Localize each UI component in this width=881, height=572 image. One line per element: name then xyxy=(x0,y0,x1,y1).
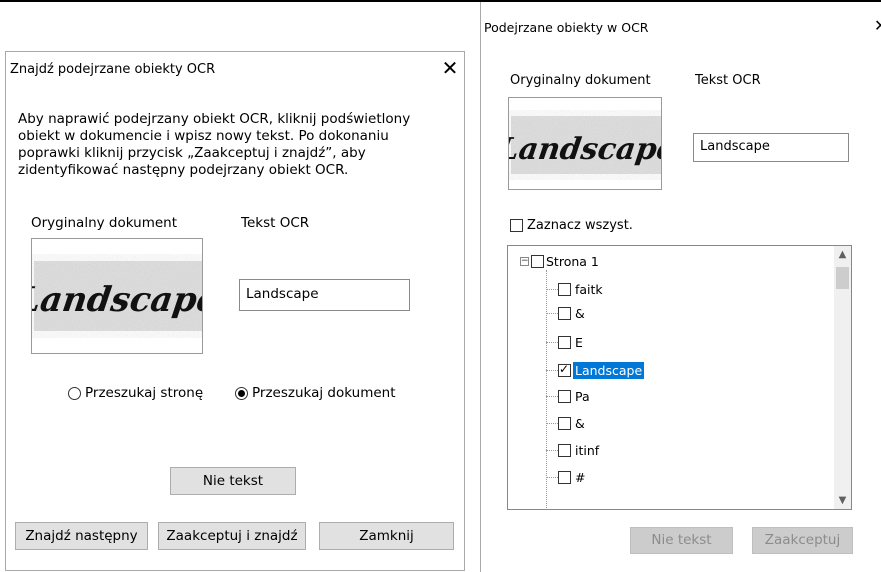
original-image-preview: Landscape xyxy=(508,97,662,190)
tree-item[interactable]: # xyxy=(546,466,587,488)
scanned-word-image: Landscape xyxy=(32,261,203,331)
tree-item-label: Pa xyxy=(575,388,590,404)
collapse-icon[interactable]: − xyxy=(520,257,529,266)
tree-item[interactable]: faitk xyxy=(546,278,605,300)
scroll-thumb[interactable] xyxy=(836,267,849,289)
panel-title: Podejrzane obiekty w OCR xyxy=(484,20,649,35)
search-page-radio[interactable]: Przeszukaj stronę xyxy=(68,385,203,401)
tree-item[interactable]: Pa xyxy=(546,385,592,407)
close-icon[interactable]: ✕ xyxy=(438,56,462,80)
accept-button[interactable]: Zaakceptuj xyxy=(752,527,853,554)
ocr-text-label: Tekst OCR xyxy=(695,73,761,88)
tree-item-label: & xyxy=(575,305,585,321)
checkbox[interactable] xyxy=(558,470,571,484)
find-suspect-ocr-dialog: Znajdź podejrzane obiekty OCR ✕ Aby napr… xyxy=(5,51,465,571)
ocr-text-label: Tekst OCR xyxy=(241,215,310,231)
checkbox[interactable] xyxy=(558,389,571,403)
suspect-objects-tree[interactable]: − Strona 1 faitk & E Landscape xyxy=(507,245,852,510)
radio-label: Przeszukaj stronę xyxy=(85,385,204,401)
not-text-button[interactable]: Nie tekst xyxy=(630,527,733,554)
ocr-text-input[interactable]: Landscape xyxy=(239,279,410,311)
scroll-down-icon[interactable]: ▼ xyxy=(834,492,851,509)
instruction-line: poprawki kliknij przycisk „Zaakceptuj i … xyxy=(18,145,366,161)
vertical-scrollbar[interactable]: ▲ ▼ xyxy=(834,246,851,509)
tree-item-label: Landscape xyxy=(573,361,645,379)
tree-item-label: E xyxy=(575,334,583,350)
instructions-text: Aby naprawić podejrzany obiekt OCR, klik… xyxy=(18,111,448,179)
original-document-label: Oryginalny dokument xyxy=(31,215,177,231)
tree-item-label: & xyxy=(575,415,585,431)
close-icon[interactable]: ✕ xyxy=(874,16,881,35)
instruction-line: Aby naprawić podejrzany obiekt OCR, klik… xyxy=(18,111,411,127)
scroll-up-icon[interactable]: ▲ xyxy=(834,246,851,263)
close-button[interactable]: Zamknij xyxy=(319,522,454,550)
checkbox[interactable] xyxy=(558,443,571,457)
instruction-line: zidentyfikować następny podejrzany obiek… xyxy=(18,162,349,178)
scanned-word-image: Landscape xyxy=(509,116,662,174)
tree-root-page[interactable]: − Strona 1 xyxy=(520,254,599,269)
tree-item-label: itinf xyxy=(575,442,600,458)
ocr-text-input[interactable]: Landscape xyxy=(693,133,849,162)
tree-item-label: # xyxy=(575,469,586,485)
image-word: Landscape xyxy=(509,132,662,167)
checkbox-checked[interactable] xyxy=(558,362,571,377)
tree-item[interactable]: E xyxy=(546,331,585,353)
checkbox[interactable] xyxy=(558,282,571,296)
instruction-line: obiekt w dokumencie i wpisz nowy tekst. … xyxy=(18,128,389,144)
image-word: Landscape xyxy=(32,280,203,320)
checkbox[interactable] xyxy=(558,306,571,320)
tree-item-selected[interactable]: Landscape xyxy=(546,359,645,381)
select-all-checkbox[interactable]: Zaznacz wszyst. xyxy=(510,218,633,233)
radio-label: Przeszukaj dokument xyxy=(252,385,396,401)
dialog-title: Znajdź podejrzane obiekty OCR xyxy=(10,62,216,77)
tree-item[interactable]: itinf xyxy=(546,439,601,461)
checkbox[interactable] xyxy=(531,255,544,268)
checkbox[interactable] xyxy=(558,335,571,349)
search-document-radio[interactable]: Przeszukaj dokument xyxy=(235,385,396,401)
radio-button[interactable] xyxy=(235,386,248,400)
checkbox[interactable] xyxy=(558,416,571,430)
radio-button[interactable] xyxy=(68,386,81,400)
not-text-button[interactable]: Nie tekst xyxy=(170,467,296,495)
tree-item[interactable]: & xyxy=(546,302,587,324)
select-all-label: Zaznacz wszyst. xyxy=(527,218,633,233)
original-image-preview: Landscape xyxy=(31,238,203,354)
tree-item[interactable]: & xyxy=(546,412,587,434)
original-document-label: Oryginalny dokument xyxy=(510,73,651,88)
suspect-ocr-objects-panel: Podejrzane obiekty w OCR ✕ Oryginalny do… xyxy=(480,2,881,572)
tree-item-label: faitk xyxy=(575,281,603,297)
find-next-button[interactable]: Znajdź następny xyxy=(15,522,148,550)
tree-root-label: Strona 1 xyxy=(546,254,599,269)
accept-and-find-button[interactable]: Zaakceptuj i znajdź xyxy=(158,522,306,550)
checkbox[interactable] xyxy=(510,219,523,232)
